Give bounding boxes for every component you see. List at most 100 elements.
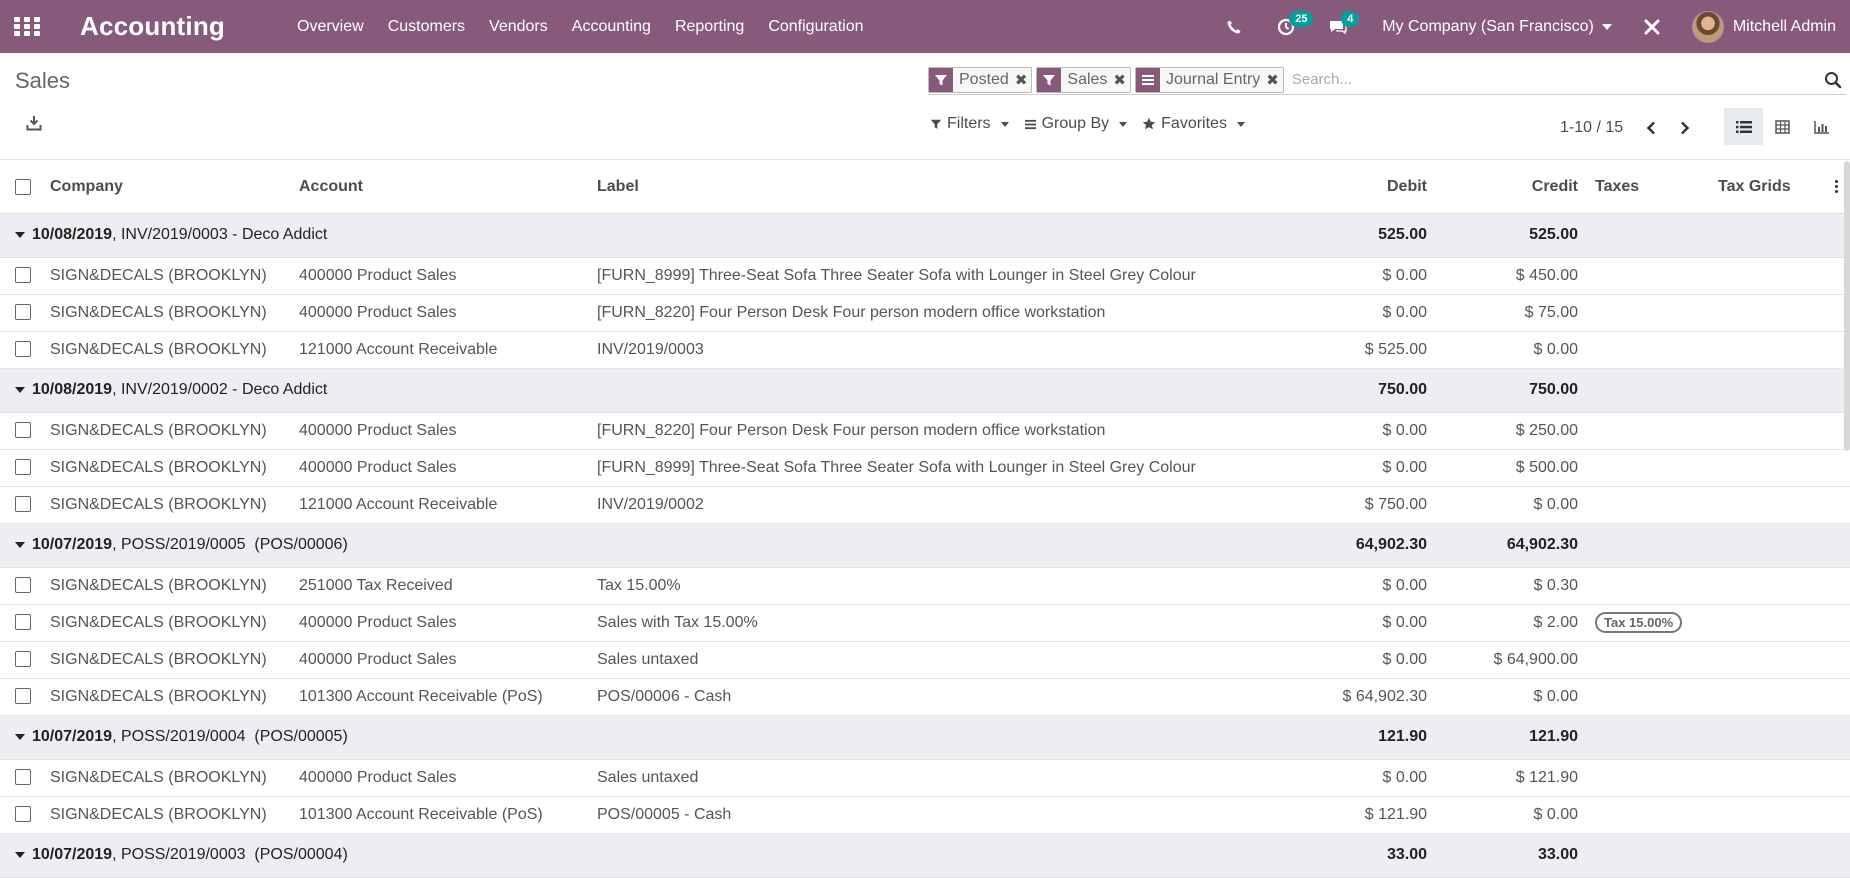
cell-company: SIGN&DECALS (BROOKLYN) [50, 796, 299, 834]
user-menu[interactable]: Mitchell Admin [1691, 10, 1836, 43]
group-row[interactable]: 10/07/2019, POSS/2019/0004 (POS/00005) 1… [0, 715, 1850, 760]
column-taxes[interactable]: Taxes [1592, 161, 1718, 214]
row-checkbox[interactable] [15, 422, 31, 439]
group-name: , INV/2019/0003 - Deco Addict [112, 226, 328, 243]
table-row[interactable]: SIGN&DECALS (BROOKLYN) 251000 Tax Receiv… [0, 567, 1850, 605]
cell-debit: $ 0.00 [1337, 604, 1441, 642]
table-row[interactable]: SIGN&DECALS (BROOKLYN) 400000 Product Sa… [0, 449, 1850, 487]
cell-debit: $ 0.00 [1337, 641, 1441, 679]
groupby-dropdown[interactable]: Group By [1024, 115, 1128, 133]
menu-accounting[interactable]: Accounting [560, 18, 663, 36]
pivot-view-icon[interactable] [1763, 108, 1802, 145]
row-checkbox[interactable] [15, 577, 31, 594]
column-tax-grids[interactable]: Tax Grids [1718, 161, 1822, 214]
caret-down-icon [1119, 121, 1128, 127]
pager-previous-icon[interactable] [1641, 118, 1661, 138]
remove-facet-icon[interactable]: ✖ [1264, 68, 1283, 92]
table-row[interactable]: SIGN&DECALS (BROOKLYN) 101300 Account Re… [0, 678, 1850, 716]
table-row[interactable]: SIGN&DECALS (BROOKLYN) 121000 Account Re… [0, 486, 1850, 524]
menu-vendors[interactable]: Vendors [477, 18, 560, 36]
favorites-dropdown[interactable]: Favorites [1142, 115, 1245, 133]
group-row[interactable]: 10/08/2019, INV/2019/0003 - Deco Addict … [0, 213, 1850, 258]
cell-company: SIGN&DECALS (BROOKLYN) [50, 449, 299, 487]
navbar-systray: 25 4 My Company (San Francisco) Mitchell… [1208, 0, 1850, 53]
select-all-checkbox[interactable] [15, 178, 31, 195]
search-icon[interactable] [1820, 67, 1846, 93]
row-checkbox[interactable] [15, 459, 31, 476]
remove-facet-icon[interactable]: ✖ [1013, 68, 1032, 92]
table-row[interactable]: SIGN&DECALS (BROOKLYN) 101300 Account Re… [0, 796, 1850, 834]
company-switcher[interactable]: My Company (San Francisco) [1382, 18, 1612, 36]
search-input[interactable] [1287, 66, 1820, 93]
activities-clock-icon[interactable]: 25 [1273, 10, 1314, 40]
pager-next-icon[interactable] [1675, 118, 1695, 138]
control-panel: Sales Posted ✖ Sales ✖ Journal Entry ✖ S… [0, 53, 1850, 160]
column-company[interactable]: Company [50, 161, 299, 214]
download-icon[interactable] [26, 115, 48, 137]
list-view-icon[interactable] [1724, 108, 1763, 145]
cell-credit: $ 75.00 [1441, 294, 1592, 332]
cell-label: [FURN_8999] Three-Seat Sofa Three Seater… [597, 257, 1337, 295]
cell-company: SIGN&DECALS (BROOKLYN) [50, 331, 299, 369]
pager-value[interactable]: 1-10 / 15 [1560, 119, 1623, 137]
row-checkbox[interactable] [15, 304, 31, 321]
row-checkbox[interactable] [15, 769, 31, 786]
graph-view-icon[interactable] [1802, 108, 1841, 145]
messages-chat-icon[interactable]: 4 [1325, 10, 1360, 40]
group-name: , INV/2019/0002 - Deco Addict [112, 381, 328, 398]
filters-dropdown[interactable]: Filters [930, 115, 1009, 133]
facet-posted: Posted ✖ [928, 66, 1033, 93]
table-row[interactable]: SIGN&DECALS (BROOKLYN) 400000 Product Sa… [0, 604, 1850, 642]
table-row[interactable]: SIGN&DECALS (BROOKLYN) 400000 Product Sa… [0, 257, 1850, 295]
cell-company: SIGN&DECALS (BROOKLYN) [50, 257, 299, 295]
app-brand[interactable]: Accounting [80, 11, 225, 42]
list-scrollbar[interactable] [1844, 161, 1850, 451]
cell-label: Sales with Tax 15.00% [597, 604, 1337, 642]
menu-customers[interactable]: Customers [376, 18, 477, 36]
breadcrumb: Sales [15, 68, 71, 93]
menu-configuration[interactable]: Configuration [756, 18, 875, 36]
table-row[interactable]: SIGN&DECALS (BROOKLYN) 121000 Account Re… [0, 331, 1850, 369]
group-by-bars-icon [1136, 67, 1160, 92]
cell-account: 400000 Product Sales [299, 604, 597, 642]
column-label[interactable]: Label [597, 161, 1337, 214]
menu-reporting[interactable]: Reporting [663, 18, 756, 36]
table-row[interactable]: SIGN&DECALS (BROOKLYN) 400000 Product Sa… [0, 759, 1850, 797]
row-checkbox[interactable] [15, 651, 31, 668]
column-debit[interactable]: Debit [1337, 161, 1441, 214]
table-row[interactable]: SIGN&DECALS (BROOKLYN) 400000 Product Sa… [0, 641, 1850, 679]
row-checkbox[interactable] [15, 496, 31, 513]
row-checkbox[interactable] [15, 341, 31, 358]
group-row[interactable]: 10/08/2019, INV/2019/0002 - Deco Addict … [0, 368, 1850, 413]
column-credit[interactable]: Credit [1441, 161, 1592, 214]
caret-down-icon [15, 733, 25, 740]
facet-value: Posted [959, 70, 1009, 88]
group-row[interactable]: 10/07/2019, POSS/2019/0005 (POS/00006) 6… [0, 523, 1850, 568]
table-row[interactable]: SIGN&DECALS (BROOKLYN) 400000 Product Sa… [0, 412, 1850, 450]
row-checkbox[interactable] [15, 614, 31, 631]
apps-menu-icon[interactable] [14, 16, 40, 37]
caret-down-icon [1601, 23, 1612, 30]
column-account[interactable]: Account [299, 161, 597, 214]
search-bar: Posted ✖ Sales ✖ Journal Entry ✖ [928, 65, 1846, 95]
menu-overview[interactable]: Overview [285, 18, 376, 36]
cell-debit: $ 0.00 [1337, 449, 1441, 487]
cell-debit: $ 0.00 [1337, 294, 1441, 332]
phone-icon[interactable] [1221, 14, 1247, 40]
cell-credit: $ 250.00 [1441, 412, 1592, 450]
star-icon [1142, 117, 1156, 130]
cell-account: 101300 Account Receivable (PoS) [299, 678, 597, 716]
row-checkbox[interactable] [15, 267, 31, 284]
cell-company: SIGN&DECALS (BROOKLYN) [50, 486, 299, 524]
group-row[interactable]: 10/07/2019, POSS/2019/0003 (POS/00004) 3… [0, 833, 1850, 878]
table-row[interactable]: SIGN&DECALS (BROOKLYN) 400000 Product Sa… [0, 294, 1850, 332]
group-debit: 33.00 [1386, 846, 1427, 863]
avatar [1691, 10, 1724, 43]
cell-debit: $ 0.00 [1337, 257, 1441, 295]
row-checkbox[interactable] [15, 806, 31, 823]
row-checkbox[interactable] [15, 688, 31, 705]
remove-facet-icon[interactable]: ✖ [1111, 68, 1130, 92]
group-debit: 64,902.30 [1355, 536, 1427, 553]
cell-credit: $ 0.00 [1441, 331, 1592, 369]
debug-tools-icon[interactable] [1639, 14, 1665, 40]
